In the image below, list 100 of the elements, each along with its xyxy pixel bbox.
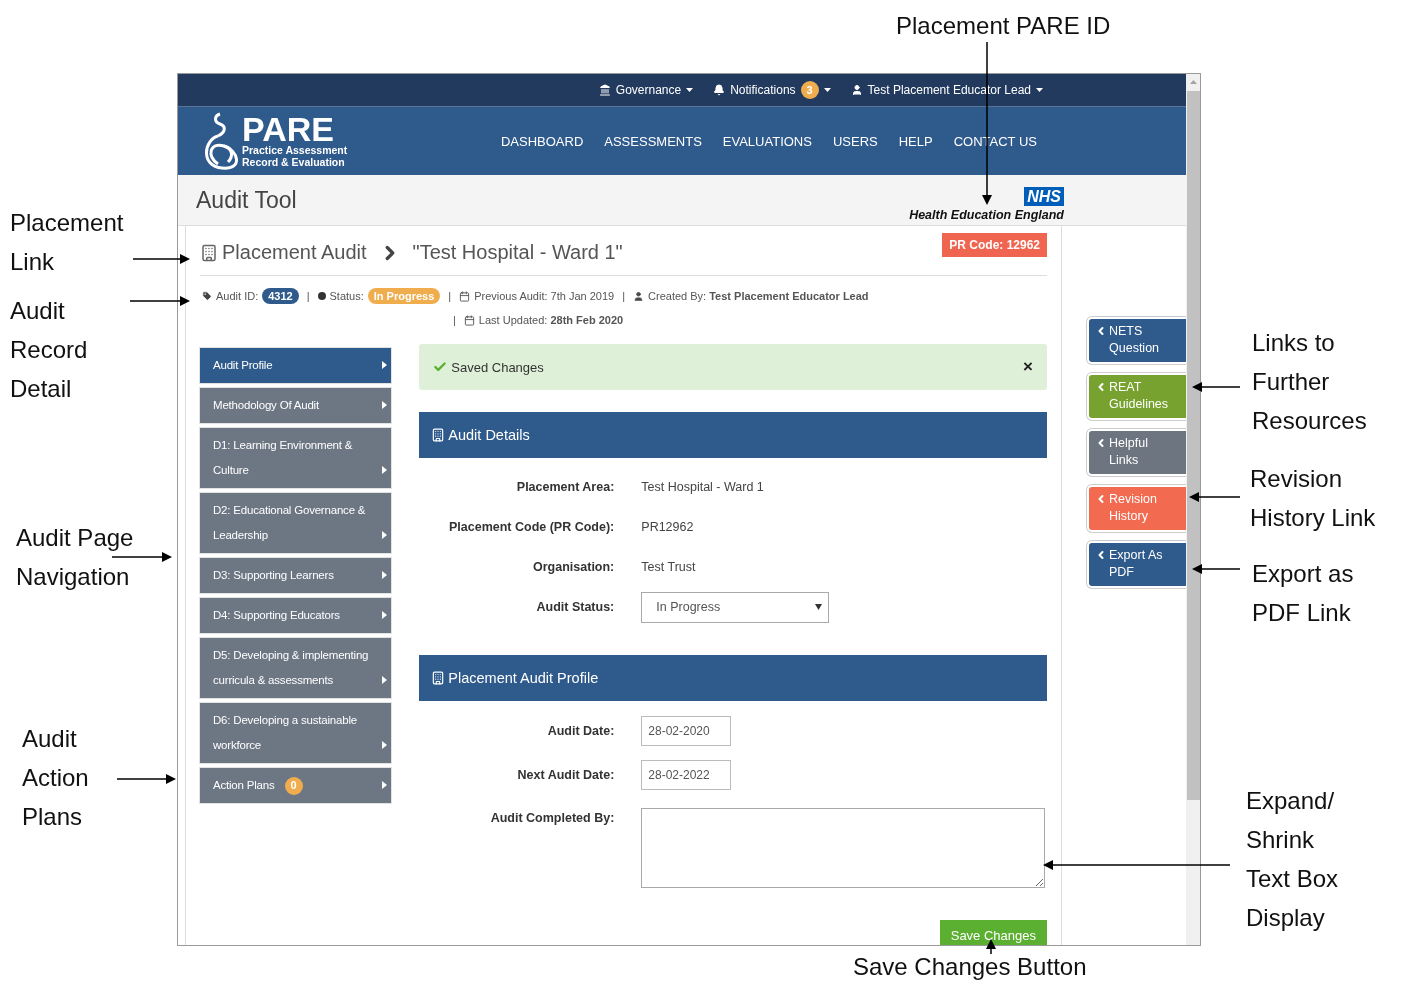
user-icon — [633, 290, 645, 302]
arrow — [116, 774, 176, 784]
brand-name: PARE — [242, 114, 334, 144]
notification-count: 3 — [800, 81, 819, 99]
resource-tab[interactable]: Export As PDF — [1087, 541, 1186, 588]
callout-label: Expand/ Shrink Text Box Display — [1246, 786, 1339, 933]
arrow — [132, 254, 190, 264]
building-icon — [200, 243, 218, 262]
caret-icon — [382, 571, 388, 579]
section-title: Audit Details — [448, 427, 530, 443]
nav-link[interactable]: ASSESSMENTS — [604, 133, 702, 149]
caret-icon — [1036, 88, 1043, 92]
brand-tagline: Practice Assessment — [242, 144, 348, 156]
sidebar-item[interactable]: D1: Learning Environment & Culture — [200, 428, 392, 488]
nav-link[interactable]: HELP — [898, 133, 933, 149]
arrow — [129, 296, 190, 306]
field-label: Placement Area: — [515, 479, 615, 496]
text-area[interactable] — [641, 807, 1046, 888]
field-value: PR12962 — [641, 519, 695, 536]
status-badge: In Progress — [367, 288, 441, 304]
placement-name: "Test Hospital - Ward 1" — [412, 241, 623, 264]
resource-tab[interactable]: Helpful Links — [1087, 429, 1186, 476]
nav-link[interactable]: DASHBOARD — [500, 133, 584, 149]
callout-label: Audit Page Navigation — [16, 523, 134, 592]
field-label: Audit Status: — [535, 599, 615, 616]
field-label: Audit Date: — [546, 723, 615, 740]
field-value: Test Trust — [641, 559, 697, 576]
callout-label: Placement PARE ID — [896, 11, 1111, 41]
caret-icon — [686, 88, 694, 92]
caret-icon — [823, 88, 831, 92]
brand-tagline: Record & Evaluation — [242, 156, 346, 168]
sidebar-item[interactable]: Methodology Of Audit — [200, 388, 392, 423]
callout-label: Placement Link — [10, 208, 124, 277]
top-bar-link[interactable]: Governance — [598, 83, 694, 97]
sidebar-item[interactable]: D5: Developing & implementing curricula & assessments — [200, 638, 392, 698]
callout-label: Audit Action Plans — [22, 724, 89, 832]
nav-link[interactable]: USERS — [832, 133, 878, 149]
audit-id-label: Audit ID: — [216, 290, 259, 302]
callout-label: Links to Further Resources — [1252, 328, 1367, 436]
caret-icon — [382, 401, 388, 409]
separator: | — [448, 290, 452, 302]
calendar-icon — [463, 314, 475, 326]
bell-icon — [713, 84, 726, 96]
field-label: Audit Completed By: — [489, 810, 615, 827]
status-select[interactable]: In Progress — [641, 591, 830, 623]
arrow — [1192, 382, 1241, 392]
sidebar-item[interactable]: Action Plans 0 — [200, 768, 392, 803]
pr-code-badge: PR Code: 12962 — [942, 233, 1047, 257]
nav-link[interactable]: CONTACT US — [953, 133, 1037, 149]
callout-label: Save Changes Button — [853, 952, 1087, 982]
top-bar-link[interactable]: Test Placement Educator Lead — [850, 83, 1043, 97]
check-icon — [433, 360, 448, 374]
audit-id-badge: 4312 — [262, 288, 299, 304]
separator: | — [622, 290, 626, 302]
caret-icon — [815, 604, 823, 610]
callout-label: Revision History Link — [1250, 464, 1376, 533]
placement-audit-link[interactable]: Placement Audit — [222, 241, 367, 264]
arrow — [111, 552, 172, 562]
status-label: Status: — [329, 290, 364, 302]
date-field[interactable]: 28-02-2022 — [641, 760, 732, 790]
sidebar-item[interactable]: D6: Developing a sustainable workforce — [200, 703, 392, 763]
arrow — [1192, 564, 1241, 574]
field-label: Organisation: — [532, 559, 615, 576]
caret-icon — [382, 781, 388, 789]
top-bar-link[interactable]: Notifications 3 — [713, 81, 831, 99]
arrow — [1189, 492, 1241, 502]
field-label: Next Audit Date: — [516, 767, 615, 784]
user-icon — [850, 84, 863, 96]
close-button[interactable]: × — [1023, 357, 1033, 377]
callout-label: Export as PDF Link — [1252, 559, 1354, 628]
count-badge: 0 — [284, 776, 303, 795]
callout-label: Audit Record Detail — [10, 296, 88, 404]
field-label: Placement Code (PR Code): — [448, 519, 615, 536]
meta-text: Created By: Test Placement Educator Lead — [648, 290, 869, 302]
nhs-logo: NHS — [1024, 186, 1064, 206]
status-dot-icon — [317, 292, 326, 300]
bank-icon — [598, 84, 611, 96]
calendar-icon — [459, 290, 471, 302]
separator: | — [453, 314, 456, 326]
sidebar-item[interactable]: D2: Educational Governance & Leadership — [200, 493, 392, 553]
organisation-name: Health Education England — [909, 207, 1064, 222]
section-title: Placement Audit Profile — [448, 670, 599, 686]
meta-text: Last Updated: 28th Feb 2020 — [478, 314, 624, 326]
date-field[interactable]: 28-02-2020 — [641, 716, 732, 746]
sidebar-item[interactable]: Audit Profile — [200, 348, 392, 383]
alert-text: Saved Changes — [451, 359, 544, 375]
caret-icon — [382, 531, 388, 539]
meta-text: Previous Audit: 7th Jan 2019 — [474, 290, 615, 302]
sidebar-item[interactable]: D3: Supporting Learners — [200, 558, 392, 593]
caret-icon — [382, 466, 388, 474]
nav-link[interactable]: EVALUATIONS — [722, 133, 812, 149]
page-title: Audit Tool — [196, 186, 297, 214]
tag-icon — [202, 291, 212, 301]
caret-icon — [382, 611, 388, 619]
caret-icon — [382, 741, 388, 749]
building-icon — [431, 671, 446, 685]
resource-tab[interactable]: NETS Question — [1087, 317, 1186, 364]
caret-icon — [382, 361, 388, 369]
scrollbar[interactable] — [1186, 74, 1200, 945]
sidebar-item[interactable]: D4: Supporting Educators — [200, 598, 392, 633]
